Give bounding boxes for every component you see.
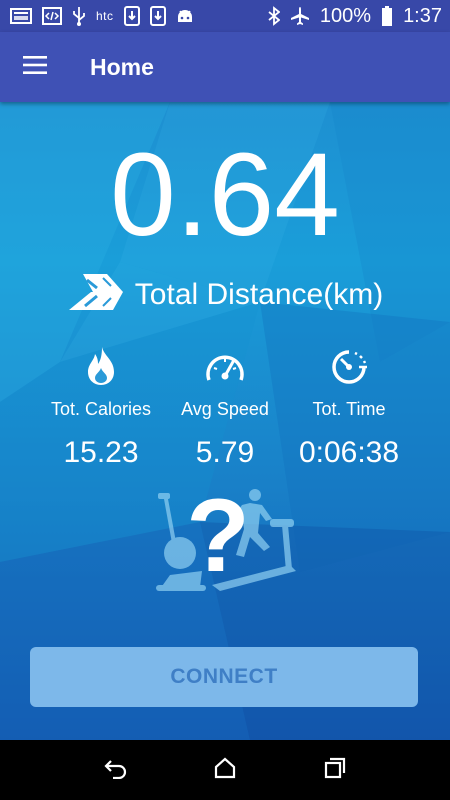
screen: htc 100% 1:37 Home 0.64 Total Distance(k… bbox=[0, 0, 450, 800]
download-icon bbox=[123, 6, 140, 26]
bluetooth-icon bbox=[268, 6, 280, 26]
htc-icon: htc bbox=[96, 9, 114, 23]
battery-icon bbox=[381, 6, 393, 26]
recents-button[interactable] bbox=[315, 750, 355, 790]
image-icon bbox=[10, 8, 32, 24]
connect-button[interactable]: CONNECT bbox=[30, 647, 418, 707]
stat-total-time: Tot. Time 0:06:38 bbox=[274, 347, 424, 470]
road-icon bbox=[67, 272, 125, 317]
status-right-icons: 100% 1:37 bbox=[268, 5, 442, 28]
flame-icon bbox=[84, 346, 118, 391]
home-button[interactable] bbox=[205, 750, 245, 790]
stat-total-time-value: 0:06:38 bbox=[298, 436, 400, 469]
exercise-equipment-icon: ? bbox=[150, 478, 300, 602]
home-icon bbox=[214, 757, 236, 784]
timer-icon bbox=[329, 348, 369, 391]
page-title: Home bbox=[90, 53, 154, 80]
recents-icon bbox=[324, 757, 346, 784]
download-icon bbox=[149, 6, 166, 26]
clock: 1:37 bbox=[403, 4, 442, 27]
total-distance-value: 0.64 bbox=[110, 129, 340, 261]
back-icon bbox=[103, 757, 127, 784]
dashboard: 0.64 Total Distance(km) Tot. Calories 15… bbox=[0, 102, 450, 740]
battery-percent: 100% bbox=[319, 4, 372, 27]
menu-icon bbox=[23, 55, 47, 79]
total-distance-label-row: Total Distance(km) bbox=[0, 272, 450, 317]
total-distance-label: Total Distance(km) bbox=[134, 277, 384, 311]
code-icon bbox=[42, 7, 62, 25]
status-left-icons: htc bbox=[10, 6, 194, 26]
menu-button[interactable] bbox=[0, 32, 70, 102]
stats-row: Tot. Calories 15.23 Avg Speed 5.79 Tot. … bbox=[0, 347, 450, 477]
app-bar: Home bbox=[0, 32, 450, 102]
airplane-icon bbox=[290, 6, 310, 26]
question-mark: ? bbox=[186, 485, 250, 594]
android-icon bbox=[176, 8, 194, 24]
usb-icon bbox=[72, 6, 86, 26]
speedometer-icon bbox=[205, 350, 245, 391]
back-button[interactable] bbox=[95, 750, 135, 790]
navigation-bar bbox=[0, 740, 450, 800]
stat-total-time-label: Tot. Time bbox=[312, 399, 386, 419]
status-bar: htc 100% 1:37 bbox=[0, 0, 450, 32]
